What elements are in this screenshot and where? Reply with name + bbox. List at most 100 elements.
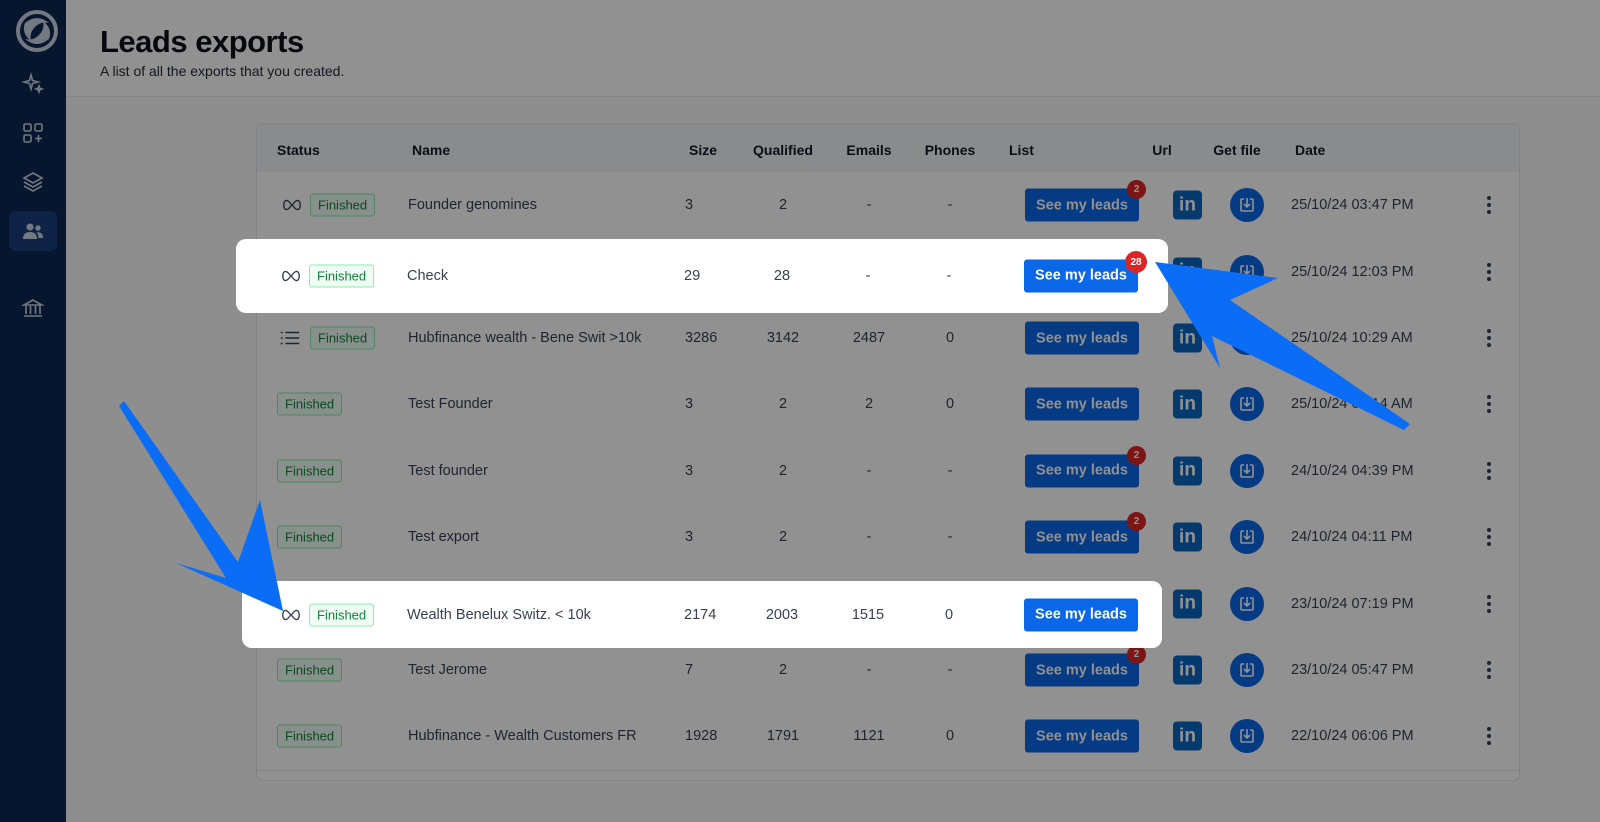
export-date: 25/10/24 12:03 PM [1291, 263, 1414, 280]
qualified-value: 2 [778, 662, 788, 679]
row-menu-icon[interactable] [1481, 659, 1497, 681]
row-menu-icon[interactable] [1481, 725, 1497, 747]
status-badge: Finished [310, 326, 376, 350]
linkedin-icon[interactable]: in [1173, 190, 1202, 220]
export-name: Test Founder [408, 396, 493, 413]
layers-icon [22, 172, 44, 192]
row-menu-icon[interactable] [1481, 460, 1497, 482]
status-badge: Finished [277, 459, 343, 483]
size-value: 3 [685, 462, 694, 479]
row-menu-icon[interactable] [1481, 261, 1497, 283]
column-phones[interactable]: Phones [925, 142, 976, 158]
export-date: 25/10/24 09:14 AM [1291, 396, 1413, 413]
column-emails[interactable]: Emails [846, 142, 891, 158]
sidebar-item-ai[interactable] [9, 64, 57, 104]
size-value: 3 [685, 396, 694, 413]
download-icon[interactable] [1230, 321, 1264, 356]
table-row: Finished Founder genomines 3 2 - - See my lead… [257, 172, 1519, 240]
linkedin-icon[interactable]: in [1173, 257, 1202, 287]
size-value: 1928 [685, 728, 718, 745]
download-icon[interactable] [1230, 254, 1264, 289]
phones-value: - [947, 529, 953, 546]
linkedin-icon[interactable]: in [1173, 456, 1202, 486]
highlight-box-check: FinishedCheck2928--See my leads28in25/10… [236, 239, 1168, 313]
row-menu-icon[interactable] [1481, 526, 1497, 548]
column-url[interactable]: Url [1152, 142, 1171, 158]
grid-plus-icon [23, 123, 43, 143]
see-my-leads-button[interactable]: See my leads [1025, 387, 1139, 421]
row-menu-icon[interactable] [1481, 593, 1497, 615]
linkedin-icon[interactable]: in [1173, 589, 1202, 619]
sidebar-item-leads[interactable] [9, 211, 57, 251]
status-badge: Finished [277, 724, 343, 748]
row-menu-icon[interactable] [1481, 393, 1497, 415]
phones-value: - [947, 462, 953, 479]
app-logo-icon[interactable] [15, 9, 59, 53]
column-status[interactable]: Status [277, 142, 320, 158]
column-date[interactable]: Date [1295, 142, 1325, 158]
column-get-file[interactable]: Get file [1213, 142, 1260, 158]
page-subtitle: A list of all the exports that you creat… [100, 63, 345, 79]
column-name[interactable]: Name [412, 142, 450, 158]
see-my-leads-button[interactable]: See my leads [1024, 259, 1138, 293]
qualified-value: 2003 [765, 606, 799, 623]
export-name: Wealth Benelux Switz. < 10k [407, 606, 591, 623]
linkedin-icon[interactable]: in [1173, 655, 1202, 685]
row-menu-icon[interactable] [1481, 194, 1497, 216]
download-icon[interactable] [1230, 387, 1264, 422]
qualified-value: 3142 [766, 330, 800, 347]
linkedin-icon[interactable]: in [1173, 721, 1202, 751]
linkedin-icon[interactable]: in [1173, 389, 1202, 419]
export-date: 23/10/24 07:19 PM [1291, 595, 1414, 612]
column-qualified[interactable]: Qualified [753, 142, 813, 158]
linkedin-icon[interactable]: in [1173, 323, 1202, 353]
status-badge: Finished [309, 264, 375, 288]
export-date: 25/10/24 03:47 PM [1291, 197, 1414, 214]
see-my-leads-button[interactable]: See my leads [1025, 454, 1139, 488]
table-header: Status Name Size Qualified Emails Phones… [257, 124, 1519, 176]
see-my-leads-button[interactable]: See my leads [1025, 188, 1139, 222]
emails-value: 2487 [852, 330, 886, 347]
see-my-leads-button[interactable]: See my leads [1025, 719, 1139, 753]
see-my-leads-button[interactable]: See my leads [1024, 598, 1138, 632]
sidebar-item-apps[interactable] [9, 113, 57, 153]
download-icon[interactable] [1230, 719, 1264, 754]
qualified-value: 2 [778, 462, 788, 479]
see-my-leads-button[interactable]: See my leads [1025, 520, 1139, 554]
see-my-leads-button[interactable]: See my leads [1025, 653, 1139, 687]
infinity-icon [283, 199, 301, 211]
bank-icon [21, 299, 45, 317]
download-icon[interactable] [1230, 586, 1264, 621]
size-value: 7 [685, 662, 694, 679]
download-icon[interactable] [1230, 520, 1264, 555]
users-icon [23, 223, 43, 239]
column-size[interactable]: Size [689, 142, 717, 158]
table-row: FinishedCheck2928--See my leads28in25/10… [256, 242, 1168, 310]
table-row: Finished Test founder 3 2- - See my leads 2 in 2… [257, 437, 1519, 506]
qualified-value: 28 [773, 267, 791, 284]
column-list[interactable]: List [1009, 142, 1034, 158]
size-value: 3 [685, 197, 694, 214]
page-header: Leads exports A list of all the exports … [66, 0, 1600, 97]
emails-value: - [866, 462, 872, 479]
download-icon[interactable] [1230, 188, 1264, 223]
export-date: 22/10/24 06:06 PM [1291, 728, 1414, 745]
page-title: Leads exports [100, 24, 304, 59]
infinity-icon [282, 270, 300, 282]
table-row: Finished Test Founder 3 2 2 0 See my leads in 25… [257, 371, 1519, 439]
download-icon[interactable] [1230, 453, 1264, 488]
see-my-leads-button[interactable]: See my leads [1025, 321, 1139, 355]
row-menu-icon[interactable] [1481, 327, 1497, 349]
sidebar-item-bank[interactable] [9, 288, 57, 328]
status-badge: Finished [277, 525, 343, 549]
export-name: Test Jerome [408, 662, 487, 679]
emails-value: - [866, 197, 872, 214]
download-icon[interactable] [1230, 653, 1264, 688]
linkedin-icon[interactable]: in [1173, 522, 1202, 552]
sidebar [0, 0, 66, 822]
sidebar-item-layers[interactable] [9, 162, 57, 202]
export-date: 24/10/24 04:11 PM [1291, 529, 1413, 546]
phones-value: 0 [945, 728, 955, 745]
phones-value: 0 [944, 606, 954, 623]
highlight-box-wealth: Finished Wealth Benelux Switz. < 10k 2174 2… [242, 581, 1162, 648]
